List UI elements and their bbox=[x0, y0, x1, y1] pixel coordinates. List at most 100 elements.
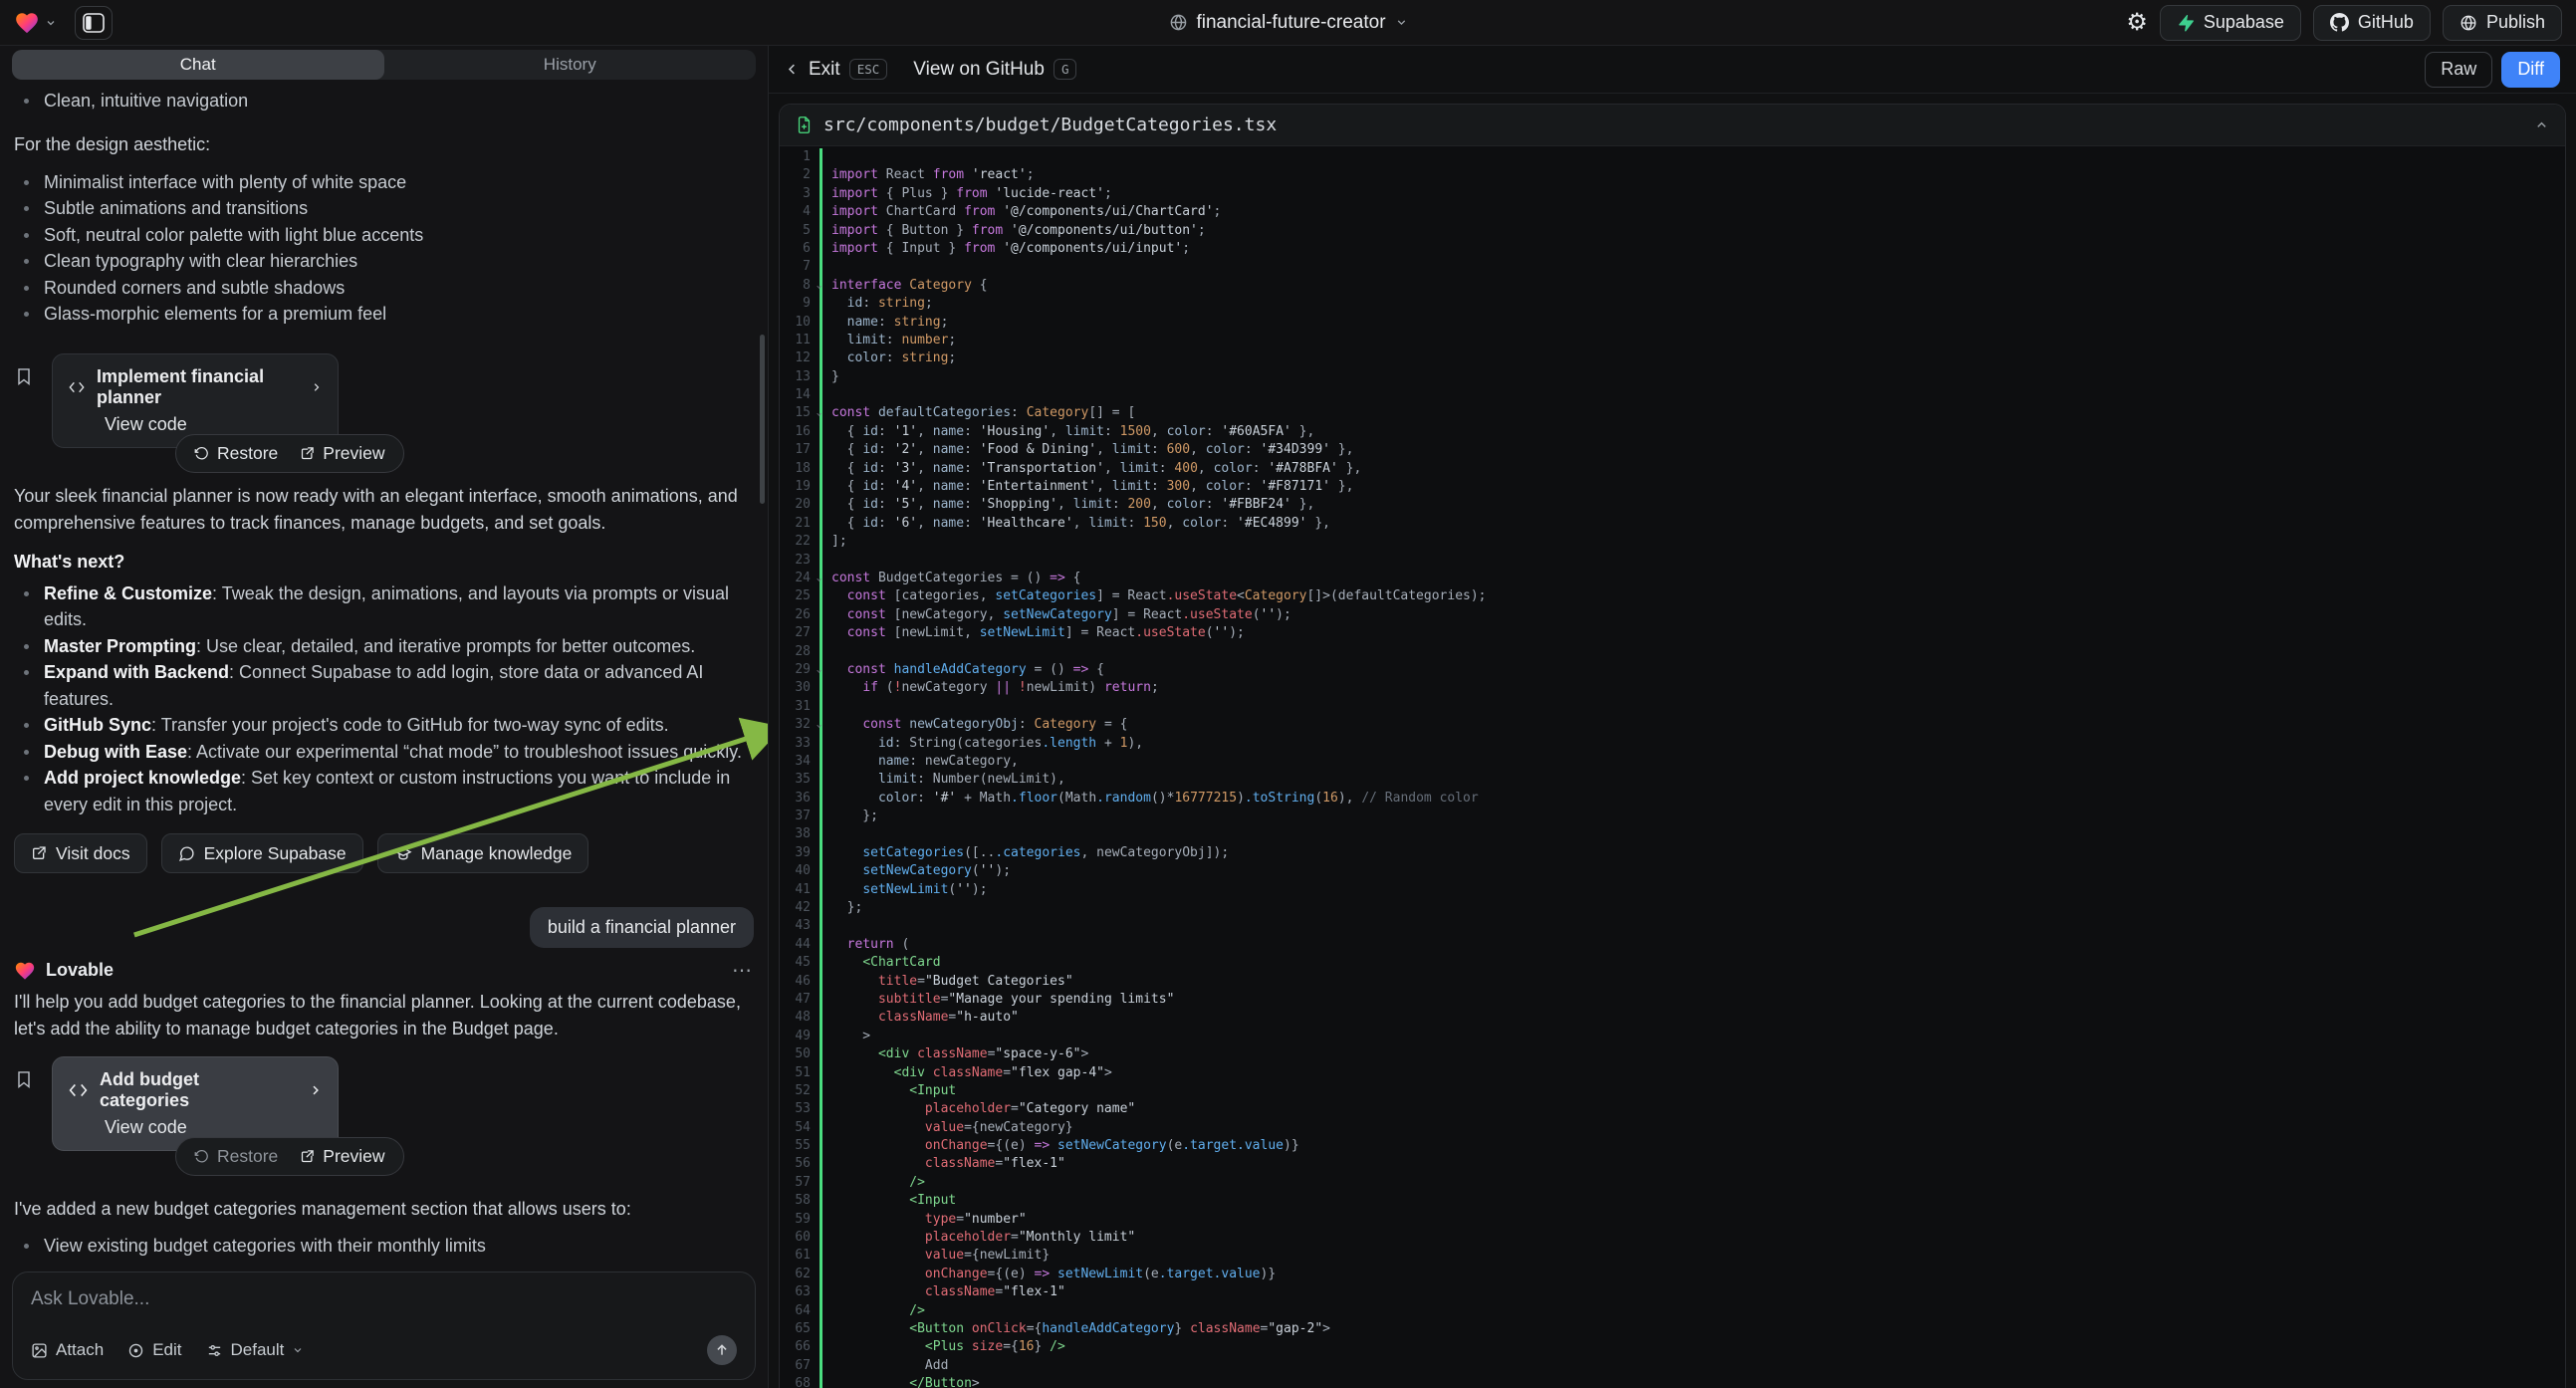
visit-docs-button[interactable]: Visit docs bbox=[14, 833, 147, 873]
preview-button[interactable]: Preview bbox=[300, 1146, 384, 1167]
code-line: 21 { id: '6', name: 'Healthcare', limit:… bbox=[780, 515, 2565, 533]
project-switcher[interactable]: financial-future-creator bbox=[1168, 12, 1407, 34]
code-text: limit: Number(newLimit), bbox=[822, 771, 1065, 789]
code-line: 31 bbox=[780, 698, 2565, 716]
line-number: 29› bbox=[780, 661, 820, 679]
edit-mode-button[interactable]: Edit bbox=[127, 1340, 181, 1360]
exit-button[interactable]: Exit ESC bbox=[785, 59, 887, 81]
code-text: value={newLimit} bbox=[822, 1247, 1050, 1265]
explore-supabase-button[interactable]: Explore Supabase bbox=[161, 833, 363, 873]
file-bar[interactable]: src/components/budget/BudgetCategories.t… bbox=[780, 105, 2565, 146]
chevron-down-icon bbox=[1395, 16, 1408, 29]
line-number: 2 bbox=[780, 166, 820, 184]
code-text: setNewCategory(''); bbox=[822, 862, 1011, 880]
line-number: 18 bbox=[780, 460, 820, 478]
code-text: interface Category { bbox=[822, 277, 988, 295]
code-text: <div className="space-y-6"> bbox=[822, 1045, 1088, 1063]
github-button[interactable]: GitHub bbox=[2313, 5, 2431, 41]
code-line: 65 <Button onClick={handleAddCategory} c… bbox=[780, 1320, 2565, 1338]
chat-bubble-icon bbox=[178, 845, 195, 862]
tab-history[interactable]: History bbox=[384, 50, 757, 80]
code-line: 49 > bbox=[780, 1028, 2565, 1045]
whats-next-item: Expand with Backend: Connect Supabase to… bbox=[14, 659, 754, 712]
added-bullet: View existing budget categories with the… bbox=[14, 1233, 754, 1260]
code-text: <ChartCard bbox=[822, 954, 941, 972]
chat-input-box: Attach Edit Default bbox=[12, 1272, 756, 1380]
code-line: 29› const handleAddCategory = () => { bbox=[780, 661, 2565, 679]
code-line: 39 setCategories([...categories, newCate… bbox=[780, 844, 2565, 862]
chat-history-tabs: Chat History bbox=[12, 50, 756, 80]
chat-input[interactable] bbox=[31, 1288, 737, 1318]
user-message: build a financial planner bbox=[530, 907, 754, 948]
line-number: 67 bbox=[780, 1357, 820, 1375]
code-panel: Exit ESC View on GitHub G Raw Diff s bbox=[769, 46, 2576, 1388]
line-number: 8› bbox=[780, 277, 820, 295]
partial-bullet-list: Clean, intuitive navigation bbox=[14, 88, 754, 115]
restore-button[interactable]: Restore bbox=[194, 443, 278, 464]
line-number: 14 bbox=[780, 386, 820, 404]
line-number: 36 bbox=[780, 790, 820, 808]
arrow-up-icon bbox=[715, 1343, 729, 1357]
code-text: }; bbox=[822, 808, 878, 825]
chat-scrollbar-thumb[interactable] bbox=[760, 335, 765, 504]
diff-toggle-button[interactable]: Diff bbox=[2501, 52, 2560, 88]
file-card: src/components/budget/BudgetCategories.t… bbox=[779, 104, 2566, 1388]
chevron-left-icon bbox=[785, 62, 800, 77]
fold-chevron-icon[interactable]: › bbox=[810, 284, 827, 291]
line-number: 12 bbox=[780, 349, 820, 367]
view-code-link[interactable]: View code bbox=[105, 1117, 322, 1138]
restore-preview-pill: Restore Preview bbox=[175, 434, 404, 473]
chevron-right-icon[interactable] bbox=[309, 1083, 322, 1097]
code-text: title="Budget Categories" bbox=[822, 973, 1073, 991]
code-line: 58 <Input bbox=[780, 1192, 2565, 1210]
code-text: onChange={(e) => setNewCategory(e.target… bbox=[822, 1137, 1299, 1155]
fold-chevron-icon[interactable]: › bbox=[810, 411, 827, 418]
line-number: 39 bbox=[780, 844, 820, 862]
restore-button[interactable]: Restore bbox=[194, 1146, 278, 1167]
code-line: 10 name: string; bbox=[780, 314, 2565, 332]
bookmark-icon[interactable] bbox=[14, 1068, 34, 1090]
code-text: /> bbox=[822, 1302, 925, 1320]
supabase-label: Supabase bbox=[2204, 12, 2284, 33]
manage-knowledge-button[interactable]: Manage knowledge bbox=[377, 833, 589, 873]
fold-chevron-icon[interactable]: › bbox=[810, 723, 827, 730]
fold-chevron-icon[interactable]: › bbox=[810, 668, 827, 675]
raw-toggle-button[interactable]: Raw bbox=[2425, 52, 2492, 88]
code-text: color: '#' + Math.floor(Math.random()*16… bbox=[822, 790, 1479, 808]
line-number: 32› bbox=[780, 716, 820, 734]
code-line: 45 <ChartCard bbox=[780, 954, 2565, 972]
code-line: 7 bbox=[780, 258, 2565, 276]
preview-button[interactable]: Preview bbox=[300, 443, 384, 464]
attach-button[interactable]: Attach bbox=[31, 1340, 104, 1360]
code-editor[interactable]: 1 2import React from 'react';3import { P… bbox=[780, 146, 2565, 1388]
chevron-up-icon[interactable] bbox=[2534, 117, 2549, 132]
settings-gear-icon[interactable]: ⚙ bbox=[2126, 11, 2148, 35]
tab-chat[interactable]: Chat bbox=[12, 50, 384, 80]
code-text: Add bbox=[822, 1357, 948, 1375]
line-number: 30 bbox=[780, 679, 820, 697]
chevron-right-icon[interactable] bbox=[311, 380, 322, 394]
added-paragraph: I've added a new budget categories manag… bbox=[14, 1196, 754, 1223]
sidebar-toggle-button[interactable] bbox=[75, 6, 113, 40]
send-button[interactable] bbox=[707, 1335, 737, 1365]
bookmark-icon[interactable] bbox=[14, 365, 34, 387]
supabase-button[interactable]: Supabase bbox=[2160, 5, 2301, 41]
lovable-heart-icon bbox=[14, 10, 40, 36]
code-text: <div className="flex gap-4"> bbox=[822, 1064, 1112, 1082]
whats-next-item: Debug with Ease: Activate our experiment… bbox=[14, 739, 754, 766]
view-on-github-button[interactable]: View on GitHub G bbox=[913, 59, 1076, 81]
view-code-link[interactable]: View code bbox=[105, 414, 322, 435]
fold-chevron-icon[interactable]: › bbox=[810, 577, 827, 583]
line-number: 33 bbox=[780, 735, 820, 753]
code-text bbox=[822, 386, 839, 404]
lovable-logo-menu[interactable] bbox=[14, 10, 57, 36]
line-number: 50 bbox=[780, 1045, 820, 1063]
chat-scrollback[interactable]: Clean, intuitive navigation For the desi… bbox=[0, 80, 768, 1262]
publish-button[interactable]: Publish bbox=[2443, 5, 2562, 41]
code-line: 18 { id: '3', name: 'Transportation', li… bbox=[780, 460, 2565, 478]
mode-select[interactable]: Default bbox=[206, 1340, 305, 1360]
line-number: 68 bbox=[780, 1375, 820, 1388]
code-line: 4import ChartCard from '@/components/ui/… bbox=[780, 203, 2565, 221]
message-menu-icon[interactable]: ⋯ bbox=[732, 958, 754, 983]
line-number: 34 bbox=[780, 753, 820, 771]
